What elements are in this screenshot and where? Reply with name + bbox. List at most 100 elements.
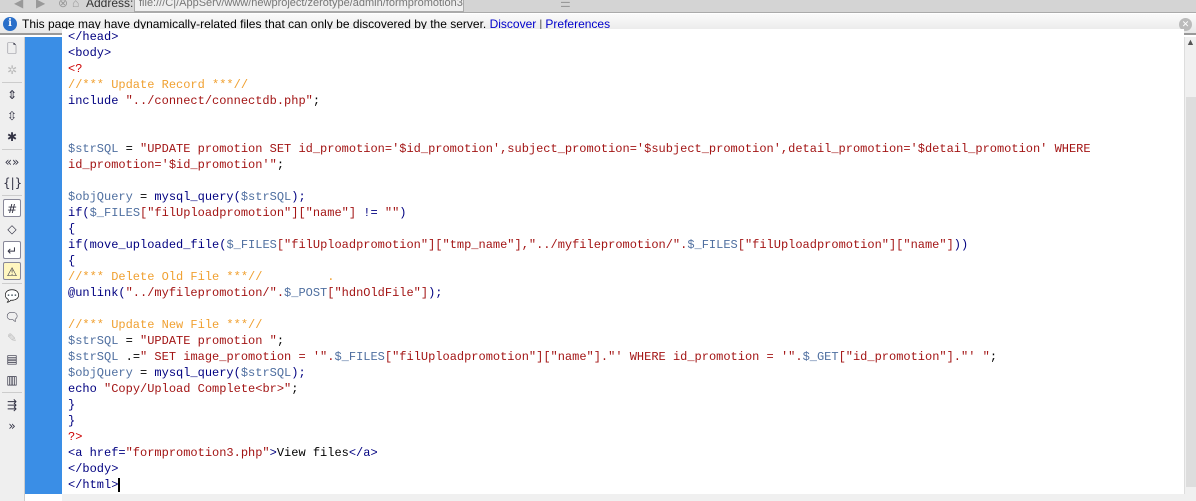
code-line[interactable]: 6<? xyxy=(62,61,1184,77)
recent-snippets-icon[interactable]: ▤ xyxy=(3,350,21,368)
code-token: "../connect/connectdb.php" xyxy=(125,94,313,108)
code-token: $strSQL xyxy=(240,190,292,204)
show-code-navigator-icon[interactable]: ✲ xyxy=(3,61,21,79)
code-line[interactable]: 23$strSQL .=" SET image_promotion = '".$… xyxy=(62,349,1184,365)
code-token: //*** Update Record ***// xyxy=(68,78,249,92)
address-label: Address: xyxy=(86,0,134,10)
balance-braces-icon[interactable]: {|} xyxy=(3,174,22,192)
code-line[interactable]: 4</head> xyxy=(62,29,1184,45)
code-line[interactable]: 19@unlink("../myfilepromotion/".$_POST["… xyxy=(62,285,1184,301)
indent-code-icon[interactable]: ⇶ xyxy=(3,396,21,414)
code-token: <body> xyxy=(68,46,112,60)
code-line[interactable]: 28?> xyxy=(62,429,1184,445)
address-input[interactable]: file:///C|/AppServ/www/newproject/zeroty… xyxy=(134,0,464,12)
code-token: } xyxy=(68,414,76,428)
code-line[interactable]: 15{ xyxy=(62,221,1184,237)
forward-icon[interactable]: ▶ xyxy=(36,0,45,10)
code-line[interactable]: 30</body> xyxy=(62,461,1184,477)
code-token: ["filUploadpromotion"]["name"] xyxy=(140,206,357,220)
code-token: if( xyxy=(68,206,90,220)
code-line[interactable]: 22$strSQL = "UPDATE promotion "; xyxy=(62,333,1184,349)
code-token: ["filUploadpromotion"]["tmp_name"],"../m… xyxy=(276,238,688,252)
code-token: $_FILES xyxy=(226,238,277,252)
code-token: ; xyxy=(291,382,299,396)
apply-comment-icon[interactable]: 💬 xyxy=(3,287,21,305)
code-token: ; xyxy=(276,334,285,348)
text-cursor xyxy=(118,477,121,492)
code-line[interactable]: 18//*** Delete Old File ***// . xyxy=(62,269,1184,285)
code-line[interactable]: 20 xyxy=(62,301,1184,317)
code-token: ?> xyxy=(68,430,83,444)
code-token: $_FILES xyxy=(687,238,738,252)
code-line[interactable]: 25echo "Copy/Upload Complete<br>"; xyxy=(62,381,1184,397)
line-numbers-icon[interactable]: # xyxy=(3,199,21,217)
code-line[interactable]: 5<body> xyxy=(62,45,1184,61)
scroll-up-icon[interactable]: ▲ xyxy=(1185,37,1196,47)
open-documents-icon[interactable]: 🗋 xyxy=(3,40,21,58)
word-wrap-icon[interactable]: ↵ xyxy=(3,241,21,259)
code-token: $objQuery xyxy=(68,190,133,204)
code-line[interactable]: 11$strSQL = "UPDATE promotion SET id_pro… xyxy=(62,141,1184,157)
code-line[interactable]: 31</html> xyxy=(62,477,1184,493)
home-icon[interactable]: ⌂ xyxy=(72,0,79,10)
code-line[interactable]: 10 xyxy=(62,125,1184,141)
wrap-tag-icon[interactable]: ✎ xyxy=(3,329,21,347)
code-line[interactable]: 13$objQuery = mysql_query($strSQL); xyxy=(62,189,1184,205)
select-parent-tag-icon[interactable]: «» xyxy=(3,153,21,171)
highlight-invalid-code-icon[interactable]: ◇ xyxy=(3,220,21,238)
code-token: "UPDATE promotion SET id_promotion='$id_… xyxy=(140,142,1091,156)
code-token: mysql_query( xyxy=(154,190,241,204)
code-token: = xyxy=(132,190,155,204)
vertical-scrollbar[interactable]: ▲ xyxy=(1184,37,1196,494)
code-token: mysql_query( xyxy=(154,366,241,380)
code-token: //*** Update New File ***// xyxy=(68,318,263,332)
code-token: $strSQL xyxy=(240,366,292,380)
expand-all-icon[interactable]: ✱ xyxy=(3,128,21,146)
code-line[interactable]: 24$objQuery = mysql_query($strSQL); xyxy=(62,365,1184,381)
horizontal-scrollbar[interactable] xyxy=(62,494,1196,501)
remove-comment-icon[interactable]: 🗨 xyxy=(3,308,21,326)
collapse-selection-icon[interactable]: ⇳ xyxy=(3,107,21,125)
line-number-gutter xyxy=(25,37,62,494)
code-line[interactable]: id_promotion='$id_promotion'"; xyxy=(62,157,1184,173)
code-line[interactable]: 21//*** Update New File ***// xyxy=(62,317,1184,333)
code-token: "Copy/Upload Complete<br>" xyxy=(104,382,292,396)
syntax-error-alerts-icon[interactable]: ⚠ xyxy=(3,262,21,280)
code-token: "UPDATE promotion " xyxy=(140,334,277,348)
code-token: { xyxy=(68,254,76,268)
code-token: ) xyxy=(399,206,407,220)
code-token: > xyxy=(269,446,277,460)
code-line[interactable]: 17{ xyxy=(62,253,1184,269)
stop-icon[interactable]: ⊗ xyxy=(58,0,68,10)
code-token: " SET image_promotion = '". xyxy=(140,350,335,364)
code-token: ; xyxy=(989,350,998,364)
view-options-icon[interactable]: ☰ xyxy=(560,0,571,10)
code-line[interactable]: 29<a href="formpromotion3.php">View file… xyxy=(62,445,1184,461)
code-line[interactable]: 27} xyxy=(62,413,1184,429)
code-line[interactable]: 16if(move_uploaded_file($_FILES["filUplo… xyxy=(62,237,1184,253)
code-token: <? xyxy=(68,62,83,76)
code-token: .= xyxy=(118,350,141,364)
code-token: $_FILES xyxy=(334,350,385,364)
code-token: </head> xyxy=(68,30,119,44)
code-line[interactable]: 12 xyxy=(62,173,1184,189)
code-token: $strSQL xyxy=(68,350,119,364)
code-line[interactable]: 8include "../connect/connectdb.php"; xyxy=(62,93,1184,109)
code-token: echo xyxy=(68,382,105,396)
code-line[interactable]: 14if($_FILES["filUploadpromotion"]["name… xyxy=(62,205,1184,221)
code-token: )) xyxy=(953,238,969,252)
collapse-full-tag-icon[interactable]: ⇕ xyxy=(3,86,21,104)
code-token: != xyxy=(356,206,385,220)
code-token: $strSQL xyxy=(68,142,119,156)
move-css-icon[interactable]: ▥ xyxy=(3,371,21,389)
code-editor[interactable]: 4</head>5<body>6<?7//*** Update Record *… xyxy=(62,29,1184,494)
more-tools-icon[interactable]: » xyxy=(3,417,21,435)
code-line[interactable]: 9 xyxy=(62,109,1184,125)
browser-toolbar: ◀ ▶ ⊗ ⌂ Address: file:///C|/AppServ/www/… xyxy=(0,0,1196,13)
code-token: $_FILES xyxy=(89,206,141,220)
back-icon[interactable]: ◀ xyxy=(14,0,23,10)
code-line[interactable]: 7//*** Update Record ***// xyxy=(62,77,1184,93)
code-line[interactable]: 26} xyxy=(62,397,1184,413)
scroll-thumb[interactable] xyxy=(1186,97,1196,487)
code-token: ); xyxy=(291,366,306,380)
